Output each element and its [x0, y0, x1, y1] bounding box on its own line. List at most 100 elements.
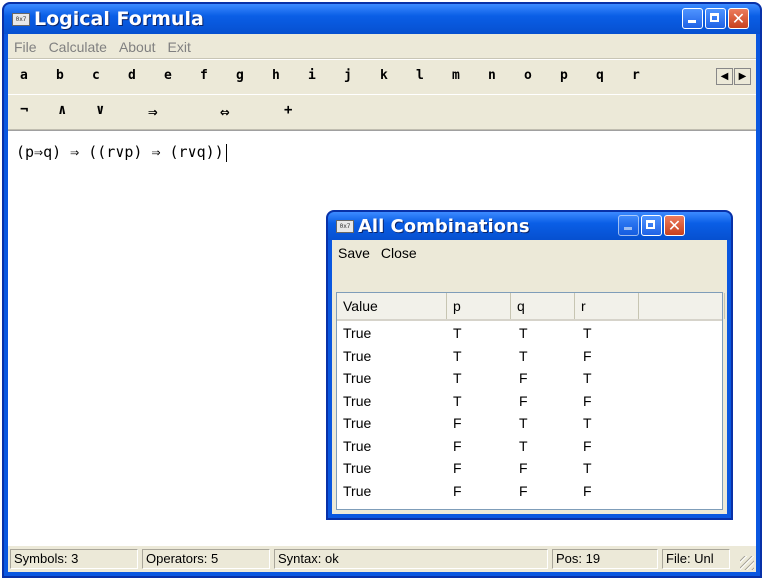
operator-toolbar: ¬ ∧ ∨ ⇒ ⇔ + — [8, 94, 756, 130]
column-r[interactable]: r — [575, 293, 639, 319]
table-cell: T — [453, 325, 462, 341]
maximize-button[interactable] — [705, 8, 726, 29]
window-title: Logical Formula — [34, 8, 204, 30]
combinations-list[interactable]: Value p q r True T T T True T T F True T F T True T F F… — [336, 292, 725, 510]
table-cell: F — [519, 482, 528, 499]
table-row[interactable]: True T T F — [337, 346, 722, 368]
letter-button-p[interactable]: p — [560, 68, 568, 83]
table-cell: F — [583, 482, 592, 499]
main-titlebar[interactable]: 0x7 Logical Formula ✕ — [4, 4, 760, 34]
status-symbols: Symbols: 3 — [10, 549, 138, 569]
menu-bar: File Calculate About Exit — [8, 34, 756, 59]
table-cell: True — [343, 415, 372, 431]
letter-button-g[interactable]: g — [236, 68, 244, 83]
status-syntax: Syntax: ok — [274, 549, 548, 569]
letter-button-f[interactable]: f — [200, 68, 208, 83]
status-pos: Pos: 19 — [552, 549, 658, 569]
letter-button-a[interactable]: a — [20, 68, 28, 83]
table-row[interactable]: True F F T — [337, 458, 722, 480]
menu-calculate[interactable]: Calculate — [43, 34, 113, 55]
formula-text[interactable]: (p⇒q) ⇒ ((r∨p) ⇒ (r∨q)) — [16, 143, 227, 162]
letter-button-b[interactable]: b — [56, 68, 64, 83]
operator-button-iff[interactable]: ⇔ — [220, 102, 230, 121]
column-value[interactable]: Value — [337, 293, 447, 319]
table-cell: F — [453, 460, 462, 476]
dialog-icon[interactable]: 0x7 — [336, 220, 354, 233]
letter-button-e[interactable]: e — [164, 68, 172, 83]
dialog-close-button[interactable]: ✕ — [664, 215, 685, 236]
column-p[interactable]: p — [447, 293, 511, 319]
table-cell: F — [519, 370, 528, 386]
table-cell: T — [519, 325, 528, 341]
resize-grip-icon[interactable] — [740, 556, 754, 570]
dialog-minimize-button[interactable] — [618, 215, 639, 236]
table-cell: True — [343, 347, 372, 364]
operator-button-and[interactable]: ∧ — [58, 102, 66, 118]
dialog-maximize-button[interactable] — [641, 215, 662, 236]
column-q[interactable]: q — [511, 293, 575, 319]
table-row[interactable]: True T T T — [337, 323, 722, 345]
dialog-menu-close[interactable]: Close — [375, 240, 422, 261]
app-icon[interactable]: 0x7 — [12, 13, 30, 26]
table-row[interactable]: True T F T — [337, 368, 722, 390]
text-caret — [225, 143, 227, 162]
table-row[interactable]: True T F F — [337, 391, 722, 413]
menu-exit[interactable]: Exit — [162, 34, 197, 55]
operator-button-implies[interactable]: ⇒ — [148, 102, 158, 121]
table-cell: F — [583, 347, 592, 364]
table-cell: T — [519, 415, 528, 431]
dialog-menu: Save Close — [332, 240, 727, 266]
table-cell: T — [583, 460, 592, 476]
dialog-client: Save Close Value p q r True T T T True T T F True… — [332, 240, 727, 514]
table-cell: T — [519, 437, 528, 454]
table-cell: T — [453, 392, 462, 409]
table-cell: F — [453, 437, 462, 454]
minimize-button[interactable] — [682, 8, 703, 29]
status-operators: Operators: 5 — [142, 549, 270, 569]
status-bar: Symbols: 3 Operators: 5 Syntax: ok Pos: … — [8, 546, 756, 572]
table-row[interactable]: True F T T — [337, 413, 722, 435]
table-cell: True — [343, 437, 372, 454]
table-cell: F — [519, 392, 528, 409]
scroll-left-icon[interactable]: ◀ — [716, 68, 733, 85]
letter-toolbar: ◀ ▶ a b c d e f g h i j k l m n o p q r — [8, 59, 756, 95]
table-cell: True — [343, 325, 372, 341]
table-cell: F — [583, 437, 592, 454]
letter-button-h[interactable]: h — [272, 68, 280, 83]
table-row[interactable]: True F F F — [337, 481, 722, 503]
scroll-right-icon[interactable]: ▶ — [734, 68, 751, 85]
table-cell: T — [583, 415, 592, 431]
table-row[interactable]: True F T F — [337, 436, 722, 458]
dialog-titlebar[interactable]: 0x7 All Combinations ✕ — [328, 212, 731, 240]
letter-button-d[interactable]: d — [128, 68, 136, 83]
dialog-menu-save[interactable]: Save — [332, 240, 375, 261]
letter-button-c[interactable]: c — [92, 68, 100, 83]
dialog-title: All Combinations — [358, 216, 530, 237]
letter-button-j[interactable]: j — [344, 68, 352, 83]
table-cell: True — [343, 392, 372, 409]
operator-button-or[interactable]: ∨ — [96, 102, 104, 118]
table-cell: F — [453, 482, 462, 499]
letter-button-n[interactable]: n — [488, 68, 496, 83]
operator-button-not[interactable]: ¬ — [20, 102, 28, 118]
letter-button-m[interactable]: m — [452, 68, 460, 83]
letter-button-o[interactable]: o — [524, 68, 532, 83]
letter-button-k[interactable]: k — [380, 68, 388, 83]
table-cell: T — [453, 347, 462, 364]
letter-button-l[interactable]: l — [416, 68, 424, 83]
operator-button-plus[interactable]: + — [284, 102, 292, 118]
letter-button-q[interactable]: q — [596, 68, 604, 83]
letter-button-i[interactable]: i — [308, 68, 316, 83]
letter-button-r[interactable]: r — [632, 68, 640, 83]
table-cell: True — [343, 460, 372, 476]
column-empty[interactable] — [639, 293, 725, 319]
close-button[interactable]: ✕ — [728, 8, 749, 29]
combinations-dialog: 0x7 All Combinations ✕ Save Close Value p… — [326, 210, 733, 520]
menu-file[interactable]: File — [8, 34, 43, 55]
table-cell: F — [453, 415, 462, 431]
list-header: Value p q r — [337, 293, 725, 321]
table-cell: T — [519, 347, 528, 364]
letter-scroll: ◀ ▶ — [716, 68, 752, 86]
table-cell: T — [583, 325, 592, 341]
menu-about[interactable]: About — [113, 34, 162, 55]
